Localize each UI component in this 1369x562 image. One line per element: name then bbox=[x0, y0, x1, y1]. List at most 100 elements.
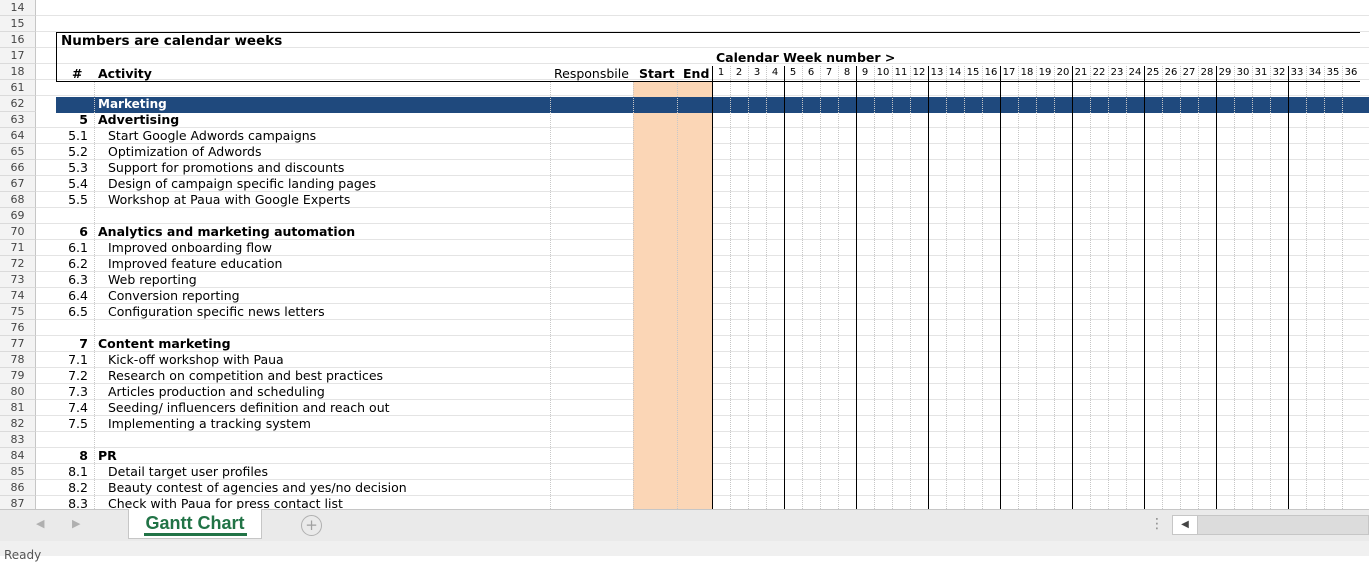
activity-cell[interactable]: Workshop at Paua with Google Experts bbox=[108, 192, 350, 208]
row-header[interactable]: 83 bbox=[0, 432, 36, 448]
row-header[interactable]: 17 bbox=[0, 48, 36, 64]
activity-cell[interactable]: Beauty contest of agencies and yes/no de… bbox=[108, 480, 407, 496]
week-gridline bbox=[820, 66, 821, 509]
row-header[interactable]: 76 bbox=[0, 320, 36, 336]
row-header[interactable]: 16 bbox=[0, 32, 36, 48]
group-label[interactable]: PR bbox=[98, 448, 117, 464]
activity-cell[interactable]: Articles production and scheduling bbox=[108, 384, 325, 400]
row-number-cell[interactable]: 7.1 bbox=[58, 352, 88, 368]
row-number-cell[interactable]: 8 bbox=[58, 448, 88, 464]
section-label[interactable]: Marketing bbox=[98, 96, 167, 112]
row-header[interactable]: 72 bbox=[0, 256, 36, 272]
group-label[interactable]: Content marketing bbox=[98, 336, 231, 352]
activity-cell[interactable]: Conversion reporting bbox=[108, 288, 240, 304]
row-header[interactable]: 64 bbox=[0, 128, 36, 144]
row-header[interactable]: 66 bbox=[0, 160, 36, 176]
row-header[interactable]: 63 bbox=[0, 112, 36, 128]
more-options-icon[interactable]: ⋮ bbox=[1150, 516, 1164, 532]
activity-cell[interactable]: Seeding/ influencers definition and reac… bbox=[108, 400, 390, 416]
activity-cell[interactable]: Web reporting bbox=[108, 272, 197, 288]
row-header[interactable]: 71 bbox=[0, 240, 36, 256]
tab-gantt-chart[interactable]: Gantt Chart bbox=[128, 509, 262, 539]
activity-cell[interactable]: Improved onboarding flow bbox=[108, 240, 272, 256]
row-header[interactable]: 84 bbox=[0, 448, 36, 464]
row-header[interactable]: 77 bbox=[0, 336, 36, 352]
row-number-cell[interactable]: 5.4 bbox=[58, 176, 88, 192]
row-header[interactable]: 78 bbox=[0, 352, 36, 368]
week-gridline bbox=[1252, 66, 1253, 509]
week-number: 2 bbox=[735, 67, 743, 78]
activity-cell[interactable]: Kick-off workshop with Paua bbox=[108, 352, 284, 368]
activity-cell[interactable]: Improved feature education bbox=[108, 256, 282, 272]
row-header[interactable]: 68 bbox=[0, 192, 36, 208]
activity-cell[interactable]: Implementing a tracking system bbox=[108, 416, 311, 432]
row-number-cell[interactable]: 5.5 bbox=[58, 192, 88, 208]
activity-cell[interactable]: Detail target user profiles bbox=[108, 464, 268, 480]
row-number-cell[interactable]: 7.5 bbox=[58, 416, 88, 432]
row-number-cell[interactable]: 7.2 bbox=[58, 368, 88, 384]
row-number-cell[interactable]: 5.2 bbox=[58, 144, 88, 160]
activity-cell[interactable]: Check with Paua for press contact list bbox=[108, 496, 343, 509]
week-number: 19 bbox=[1038, 67, 1052, 78]
row-number-cell[interactable]: 6 bbox=[58, 224, 88, 240]
horizontal-scrollbar[interactable]: ◀ bbox=[1172, 515, 1369, 535]
spreadsheet-grid[interactable]: 14 15 16 17 18 61 62 63 64 65 66 67 68 69 70 71 72 73 74 75… bbox=[0, 0, 1369, 509]
table-row[interactable] bbox=[36, 48, 1369, 64]
activity-cell[interactable]: Optimization of Adwords bbox=[108, 144, 261, 160]
row-header[interactable]: 87 bbox=[0, 496, 36, 509]
row-header[interactable]: 15 bbox=[0, 16, 36, 32]
row-header[interactable]: 73 bbox=[0, 272, 36, 288]
row-header[interactable]: 18 bbox=[0, 64, 36, 80]
col-activity-header: Activity bbox=[98, 66, 152, 81]
week-gridline bbox=[910, 66, 911, 509]
row-number-cell[interactable]: 5.3 bbox=[58, 160, 88, 176]
row-header[interactable]: 86 bbox=[0, 480, 36, 496]
activity-cell[interactable]: Support for promotions and discounts bbox=[108, 160, 344, 176]
row-number-cell[interactable]: 6.2 bbox=[58, 256, 88, 272]
tab-prev-icon[interactable]: ◀ bbox=[36, 517, 44, 530]
row-header[interactable]: 67 bbox=[0, 176, 36, 192]
row-number-cell[interactable]: 5 bbox=[58, 112, 88, 128]
row-header[interactable]: 85 bbox=[0, 464, 36, 480]
activity-cell[interactable]: Research on competition and best practic… bbox=[108, 368, 383, 384]
row-number-cell[interactable]: 6.1 bbox=[58, 240, 88, 256]
row-number-cell[interactable]: 7.3 bbox=[58, 384, 88, 400]
table-row[interactable] bbox=[36, 16, 1369, 32]
row-number-cell[interactable]: 7.4 bbox=[58, 400, 88, 416]
row-header[interactable]: 14 bbox=[0, 0, 36, 16]
row-number-cell[interactable]: 6.4 bbox=[58, 288, 88, 304]
activity-cell[interactable]: Configuration specific news letters bbox=[108, 304, 325, 320]
row-header[interactable]: 61 bbox=[0, 80, 36, 96]
status-text: Ready bbox=[4, 548, 42, 562]
tab-next-icon[interactable]: ▶ bbox=[72, 517, 80, 530]
row-header[interactable]: 81 bbox=[0, 400, 36, 416]
column-gridline bbox=[94, 82, 95, 509]
row-header[interactable]: 82 bbox=[0, 416, 36, 432]
group-label[interactable]: Advertising bbox=[98, 112, 179, 128]
row-number-cell[interactable]: 8.2 bbox=[58, 480, 88, 496]
row-header[interactable]: 62 bbox=[0, 96, 36, 112]
activity-cell[interactable]: Start Google Adwords campaigns bbox=[108, 128, 316, 144]
row-number-cell[interactable]: 8.1 bbox=[58, 464, 88, 480]
row-header[interactable]: 70 bbox=[0, 224, 36, 240]
table-row[interactable] bbox=[36, 0, 1369, 16]
row-header[interactable]: 75 bbox=[0, 304, 36, 320]
row-header[interactable]: 65 bbox=[0, 144, 36, 160]
group-label[interactable]: Analytics and marketing automation bbox=[98, 224, 355, 240]
row-number-cell[interactable]: 6.3 bbox=[58, 272, 88, 288]
row-number-cell[interactable]: 6.5 bbox=[58, 304, 88, 320]
scroll-left-icon[interactable]: ◀ bbox=[1173, 516, 1198, 534]
activity-cell[interactable]: Design of campaign specific landing page… bbox=[108, 176, 376, 192]
row-header[interactable]: 80 bbox=[0, 384, 36, 400]
week-number: 4 bbox=[771, 67, 779, 78]
row-header[interactable]: 79 bbox=[0, 368, 36, 384]
add-sheet-icon[interactable]: + bbox=[301, 515, 322, 536]
column-gridline bbox=[677, 82, 678, 509]
row-header[interactable]: 74 bbox=[0, 288, 36, 304]
row-number-cell[interactable]: 7 bbox=[58, 336, 88, 352]
week-gridline bbox=[964, 66, 965, 509]
row-number-cell[interactable]: 8.3 bbox=[58, 496, 88, 509]
week-gridline bbox=[802, 66, 803, 509]
row-number-cell[interactable]: 5.1 bbox=[58, 128, 88, 144]
row-header[interactable]: 69 bbox=[0, 208, 36, 224]
